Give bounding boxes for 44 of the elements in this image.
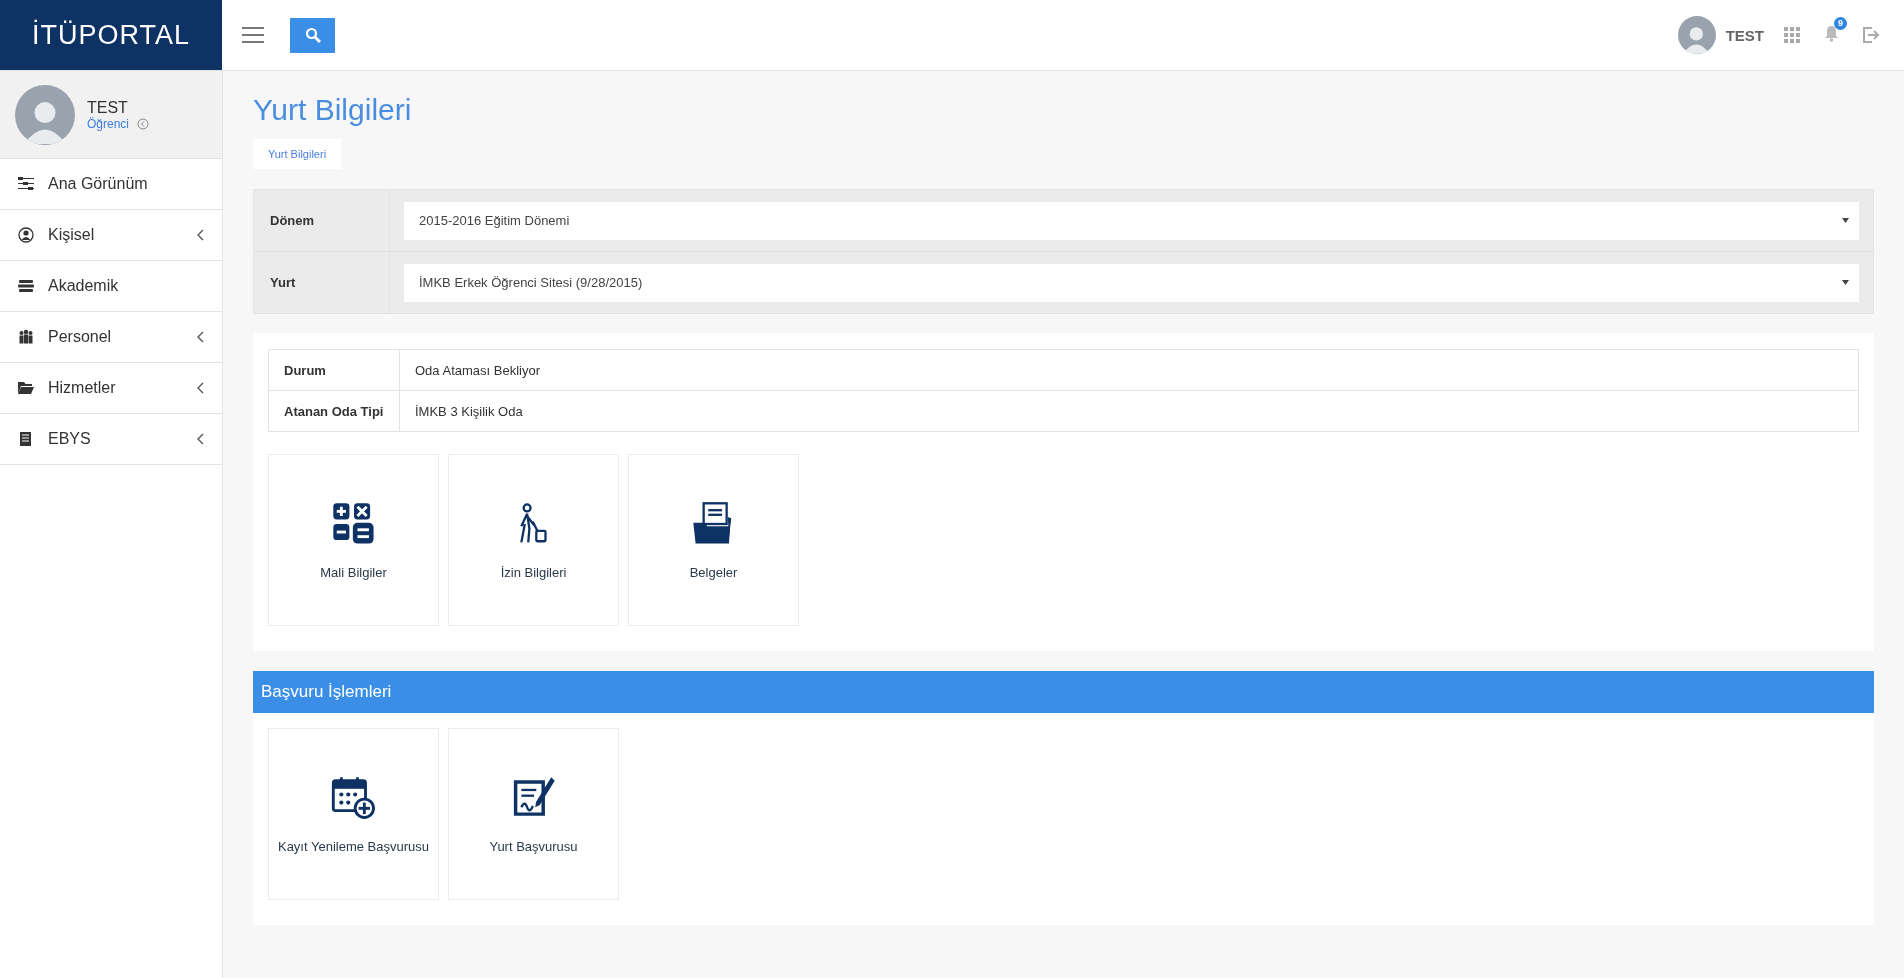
table-cell: Atanan Oda Tipi	[268, 390, 400, 432]
sliders-icon	[18, 176, 34, 192]
avatar	[1677, 16, 1716, 54]
table-cell: Oda Ataması Bekliyor	[399, 349, 1859, 391]
search-icon	[304, 27, 321, 43]
select-field[interactable]: İMKB Erkek Öğrenci Sitesi (9/28/2015)	[404, 263, 1859, 302]
user-name[interactable]: TEST	[1725, 26, 1764, 44]
people-icon	[18, 329, 34, 345]
breadcrumb-tab[interactable]: Yurt Bilgileri	[253, 139, 342, 169]
bell-icon[interactable]	[1824, 24, 1839, 42]
calculator-icon	[330, 500, 377, 547]
person-icon	[18, 227, 34, 243]
select-field[interactable]: 2015-2016 Eğitim Dönemi	[404, 201, 1859, 240]
calendar-add-icon	[330, 774, 377, 821]
sidebar-item[interactable]: EBYS	[0, 414, 222, 465]
menu-tile[interactable]: Mali Bilgiler	[268, 454, 439, 626]
page-title: Yurt Bilgileri	[253, 93, 413, 127]
logout-icon[interactable]	[1863, 27, 1880, 43]
sidebar-item[interactable]: Hizmetler	[0, 363, 222, 414]
sidebar-item[interactable]: Ana Görünüm	[0, 159, 222, 210]
field-label: Dönem	[254, 190, 390, 251]
profile-role: Öğrenci	[87, 116, 130, 131]
dropdown-caret-icon	[1842, 280, 1849, 285]
books-icon	[18, 278, 34, 294]
field-label: Yurt	[254, 252, 390, 313]
sidebar-item[interactable]: Personel	[0, 312, 222, 363]
table-cell: İMKB 3 Kişilik Oda	[399, 390, 1859, 432]
sidebar-item[interactable]: Akademik	[0, 261, 222, 312]
menu-icon[interactable]	[242, 26, 264, 44]
menu-tile[interactable]: İzin Bilgileri	[448, 454, 619, 626]
apps-grid-icon[interactable]	[1784, 27, 1800, 43]
menu-tile[interactable]: Kayıt Yenileme Başvurusu	[268, 728, 439, 900]
collapse-icon[interactable]	[137, 117, 150, 130]
sidebar-item[interactable]: Kişisel	[0, 210, 222, 261]
folder-icon	[18, 380, 34, 396]
notification-badge: 9	[1834, 16, 1847, 30]
table-cell: Durum	[268, 349, 400, 391]
menu-tile[interactable]: Belgeler	[628, 454, 799, 626]
search-button[interactable]	[290, 17, 335, 53]
menu-tile[interactable]: Yurt Başvurusu	[448, 728, 619, 900]
section-title: Başvuru İşlemleri	[261, 682, 392, 702]
profile-name: TEST	[87, 98, 129, 117]
dropdown-caret-icon	[1842, 218, 1849, 223]
document-icon	[18, 431, 34, 447]
